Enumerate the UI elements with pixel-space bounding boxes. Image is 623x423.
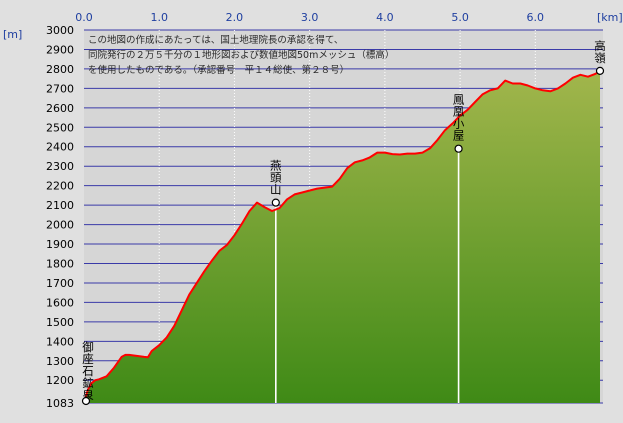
- y-tick-label: 1900: [46, 238, 74, 251]
- waypoint-marker: [595, 66, 605, 75]
- y-tick-label: 1300: [46, 355, 74, 368]
- y-tick-label: 1400: [46, 335, 74, 348]
- x-tick-label: 0.0: [75, 11, 93, 24]
- y-tick-label: 2400: [46, 141, 74, 154]
- x-tick-label: 3.0: [301, 11, 319, 24]
- y-tick-label: 1083: [46, 397, 74, 410]
- waypoint-label: 嶺: [594, 51, 606, 65]
- y-tick-label: 3000: [46, 24, 74, 37]
- y-tick-label: 2700: [46, 82, 74, 95]
- waypoint-marker: [454, 144, 463, 153]
- waypoint: 御座石鉱泉: [81, 340, 94, 406]
- elevation-profile-chart: この地図の作成にあたっては、国土地理院長の承認を得て、 同院発行の２万５千分の１…: [3, 11, 623, 410]
- y-tick-label: 2100: [46, 199, 74, 212]
- x-tick-label: 6.0: [527, 11, 545, 24]
- y-tick-label: 2000: [46, 219, 74, 232]
- credit-line: 同院発行の２万５千分の１地形図および数値地図50mメッシュ（標高）: [88, 49, 394, 61]
- x-tick-label: 2.0: [226, 11, 244, 24]
- y-tick-label: 1500: [46, 316, 74, 329]
- waypoint-label: 屋: [453, 129, 465, 143]
- x-axis-unit: [km]: [597, 11, 623, 24]
- x-tick-label: 5.0: [451, 11, 469, 24]
- waypoint-marker: [271, 198, 280, 207]
- y-tick-label: 1700: [46, 277, 74, 290]
- y-tick-label: 2900: [46, 43, 74, 56]
- x-axis-ticks: 0.0 1.0 2.0 3.0 4.0 5.0 6.0: [75, 11, 544, 24]
- credit-line: この地図の作成にあたっては、国土地理院長の承認を得て、: [88, 34, 343, 46]
- y-tick-label: 1800: [46, 257, 74, 270]
- y-tick-label: 2800: [46, 63, 74, 76]
- y-tick-label: 2300: [46, 160, 74, 173]
- y-tick-label: 2600: [46, 102, 74, 115]
- x-tick-label: 4.0: [376, 11, 394, 24]
- y-tick-label: 1200: [46, 374, 74, 387]
- y-tick-label: 2200: [46, 180, 74, 193]
- x-tick-label: 1.0: [150, 11, 168, 24]
- y-axis-ticks: 3000 2900 2800 2700 2600 2500 2400 2300 2200 2100…: [46, 24, 74, 410]
- credit-line: を使用したものである。（承認番号 平１４総使、第２８号）: [88, 64, 349, 76]
- y-tick-label: 1600: [46, 296, 74, 309]
- y-tick-label: 2500: [46, 121, 74, 134]
- waypoint-marker: [81, 396, 91, 406]
- y-axis-unit: [m]: [3, 28, 22, 41]
- waypoint-label: 山: [270, 183, 282, 197]
